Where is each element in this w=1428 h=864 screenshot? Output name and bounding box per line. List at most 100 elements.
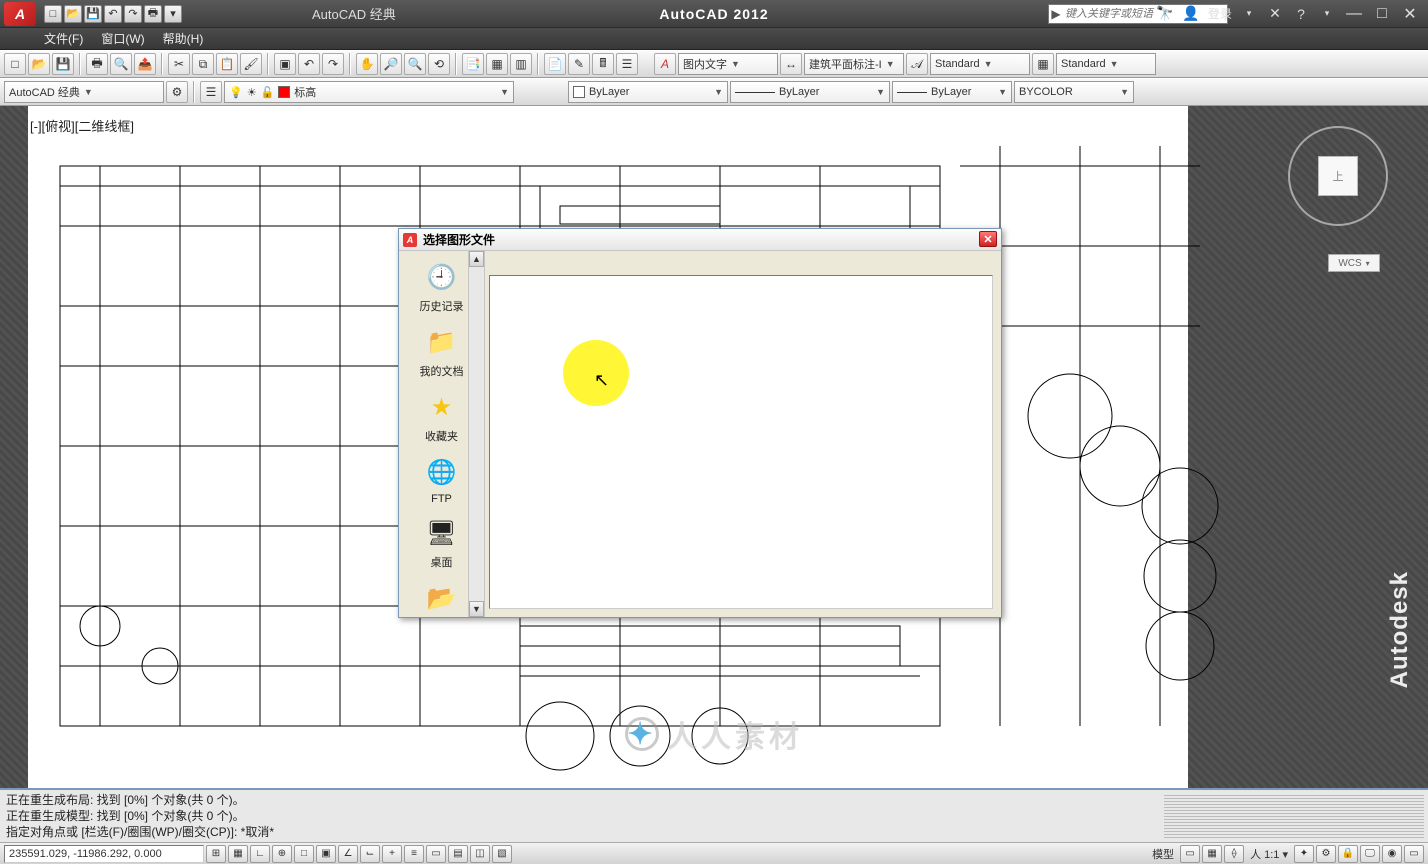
preview-icon[interactable]: 🔍 — [110, 53, 132, 75]
3dosnap-toggle[interactable]: ▣ — [316, 845, 336, 863]
annotate-icon[interactable]: A — [654, 53, 676, 75]
places-mydocs[interactable]: 📁我的文档 — [412, 324, 472, 379]
toolbar-lock-icon[interactable]: 🔒 — [1338, 845, 1358, 863]
dim-icon[interactable]: ↔ — [780, 53, 802, 75]
annovis-icon[interactable]: ✦ — [1294, 845, 1314, 863]
snap-toggle[interactable]: ⊞ — [206, 845, 226, 863]
text-style-combo[interactable]: Standard▼ — [930, 53, 1030, 75]
app-menu-button[interactable]: A — [4, 2, 36, 26]
layer-manager-icon[interactable]: ☰ — [200, 81, 222, 103]
quickview-icon[interactable]: ▦ — [1202, 845, 1222, 863]
designcenter-icon[interactable]: ▦ — [486, 53, 508, 75]
properties-icon[interactable]: 📑 — [462, 53, 484, 75]
pan-icon[interactable]: ✋ — [356, 53, 378, 75]
qat-open-icon[interactable]: 📂 — [64, 5, 82, 23]
block-icon[interactable]: ▣ — [274, 53, 296, 75]
ducs-toggle[interactable]: ⌙ — [360, 845, 380, 863]
menu-help[interactable]: 帮助(H) — [163, 30, 204, 47]
login-dropdown-icon[interactable]: ▾ — [1240, 5, 1258, 23]
toolpalettes-icon[interactable]: ▥ — [510, 53, 532, 75]
scale-label[interactable]: 人 1:1 ▾ — [1246, 846, 1292, 862]
publish-icon[interactable]: 📤 — [134, 53, 156, 75]
view-cube[interactable]: 上 — [1288, 126, 1388, 226]
layer-combo[interactable]: 💡 ☀ 🔓 标高▼ — [224, 81, 514, 103]
command-line-area[interactable]: 正在重生成布局: 找到 [0%] 个对象(共 0 个)。 正在重生成模型: 找到… — [0, 788, 1428, 842]
calc-icon[interactable]: 🖩 — [592, 53, 614, 75]
hardware-icon[interactable]: 🖵 — [1360, 845, 1380, 863]
dialog-titlebar[interactable]: A 选择图形文件 ✕ — [399, 229, 1001, 251]
layers-icon[interactable]: ☰ — [616, 53, 638, 75]
otrack-toggle[interactable]: ∠ — [338, 845, 358, 863]
annotation-style-combo[interactable]: 图内文字▼ — [678, 53, 778, 75]
zoom-realtime-icon[interactable]: 🔎 — [380, 53, 402, 75]
polar-toggle[interactable]: ⊕ — [272, 845, 292, 863]
grid-toggle[interactable]: ▦ — [228, 845, 248, 863]
dialog-close-button[interactable]: ✕ — [979, 231, 997, 247]
undo2-icon[interactable]: ↶ — [298, 53, 320, 75]
qat-new-icon[interactable]: □ — [44, 5, 62, 23]
dyn-toggle[interactable]: + — [382, 845, 402, 863]
plotstyle-combo[interactable]: BYCOLOR▼ — [1014, 81, 1134, 103]
cmd-grip[interactable] — [1164, 794, 1424, 838]
clean-icon[interactable]: ▭ — [1404, 845, 1424, 863]
cut-icon[interactable]: ✂ — [168, 53, 190, 75]
match-icon[interactable]: 🖌 — [240, 53, 262, 75]
scroll-up-icon[interactable]: ▲ — [469, 251, 484, 267]
table-icon[interactable]: ▦ — [1032, 53, 1054, 75]
places-more[interactable]: 📂 — [412, 580, 472, 616]
dim-style-combo[interactable]: 建筑平面标注-I▼ — [804, 53, 904, 75]
scroll-down-icon[interactable]: ▼ — [469, 601, 484, 617]
places-desktop[interactable]: 🖥桌面 — [412, 515, 472, 570]
lwt-toggle[interactable]: ≡ — [404, 845, 424, 863]
wcs-badge[interactable]: WCS▾ — [1328, 254, 1380, 272]
model-label[interactable]: 模型 — [1148, 846, 1178, 862]
places-ftp[interactable]: 🌐FTP — [412, 454, 472, 505]
zoom-prev-icon[interactable]: ⟲ — [428, 53, 450, 75]
qat-redo-icon[interactable]: ↷ — [124, 5, 142, 23]
file-list[interactable] — [489, 275, 993, 609]
redo2-icon[interactable]: ↷ — [322, 53, 344, 75]
lineweight-combo[interactable]: ByLayer▼ — [892, 81, 1012, 103]
menu-file[interactable]: 文件(F) — [44, 30, 83, 47]
table-style-combo[interactable]: Standard▼ — [1056, 53, 1156, 75]
login-label[interactable]: 登录 — [1208, 5, 1232, 22]
ws-switch-icon[interactable]: ⚙ — [1316, 845, 1336, 863]
login-icon[interactable]: 👤 — [1182, 5, 1200, 23]
layout-icon[interactable]: ▭ — [1180, 845, 1200, 863]
exchange-icon[interactable]: ✕ — [1266, 5, 1284, 23]
print-icon[interactable]: 🖶 — [86, 53, 108, 75]
workspace-combo[interactable]: AutoCAD 经典▼ — [4, 81, 164, 103]
close-button[interactable]: ✕ — [1400, 5, 1420, 23]
sheet-icon[interactable]: 📄 — [544, 53, 566, 75]
minimize-button[interactable]: — — [1344, 5, 1364, 23]
qat-print-icon[interactable]: 🖶 — [144, 5, 162, 23]
places-history[interactable]: 🕘历史记录 — [412, 259, 472, 314]
binoculars-icon[interactable]: 🔭 — [1156, 5, 1174, 23]
am-toggle[interactable]: ▧ — [492, 845, 512, 863]
paste-icon[interactable]: 📋 — [216, 53, 238, 75]
save-icon[interactable]: 💾 — [52, 53, 74, 75]
osnap-toggle[interactable]: □ — [294, 845, 314, 863]
sc-toggle[interactable]: ◫ — [470, 845, 490, 863]
places-scrollbar[interactable]: ▲ ▼ — [468, 251, 484, 617]
tpy-toggle[interactable]: ▭ — [426, 845, 446, 863]
maximize-button[interactable]: □ — [1372, 5, 1392, 23]
zoom-window-icon[interactable]: 🔍 — [404, 53, 426, 75]
gear-icon[interactable]: ⚙ — [166, 81, 188, 103]
qat-save-icon[interactable]: 💾 — [84, 5, 102, 23]
new-icon[interactable]: □ — [4, 53, 26, 75]
color-combo[interactable]: ByLayer▼ — [568, 81, 728, 103]
open-icon[interactable]: 📂 — [28, 53, 50, 75]
annoscale-icon[interactable]: ⟠ — [1224, 845, 1244, 863]
textstyle-icon[interactable]: 𝒜 — [906, 53, 928, 75]
copy-icon[interactable]: ⧉ — [192, 53, 214, 75]
qp-toggle[interactable]: ▤ — [448, 845, 468, 863]
viewcube-face[interactable]: 上 — [1318, 156, 1358, 196]
isolate-icon[interactable]: ◉ — [1382, 845, 1402, 863]
help-icon[interactable]: ? — [1292, 5, 1310, 23]
qat-dropdown-icon[interactable]: ▾ — [164, 5, 182, 23]
menu-window[interactable]: 窗口(W) — [101, 30, 144, 47]
ortho-toggle[interactable]: ∟ — [250, 845, 270, 863]
coordinates-display[interactable]: 235591.029, -11986.292, 0.000 — [4, 845, 204, 863]
help-dropdown-icon[interactable]: ▾ — [1318, 5, 1336, 23]
